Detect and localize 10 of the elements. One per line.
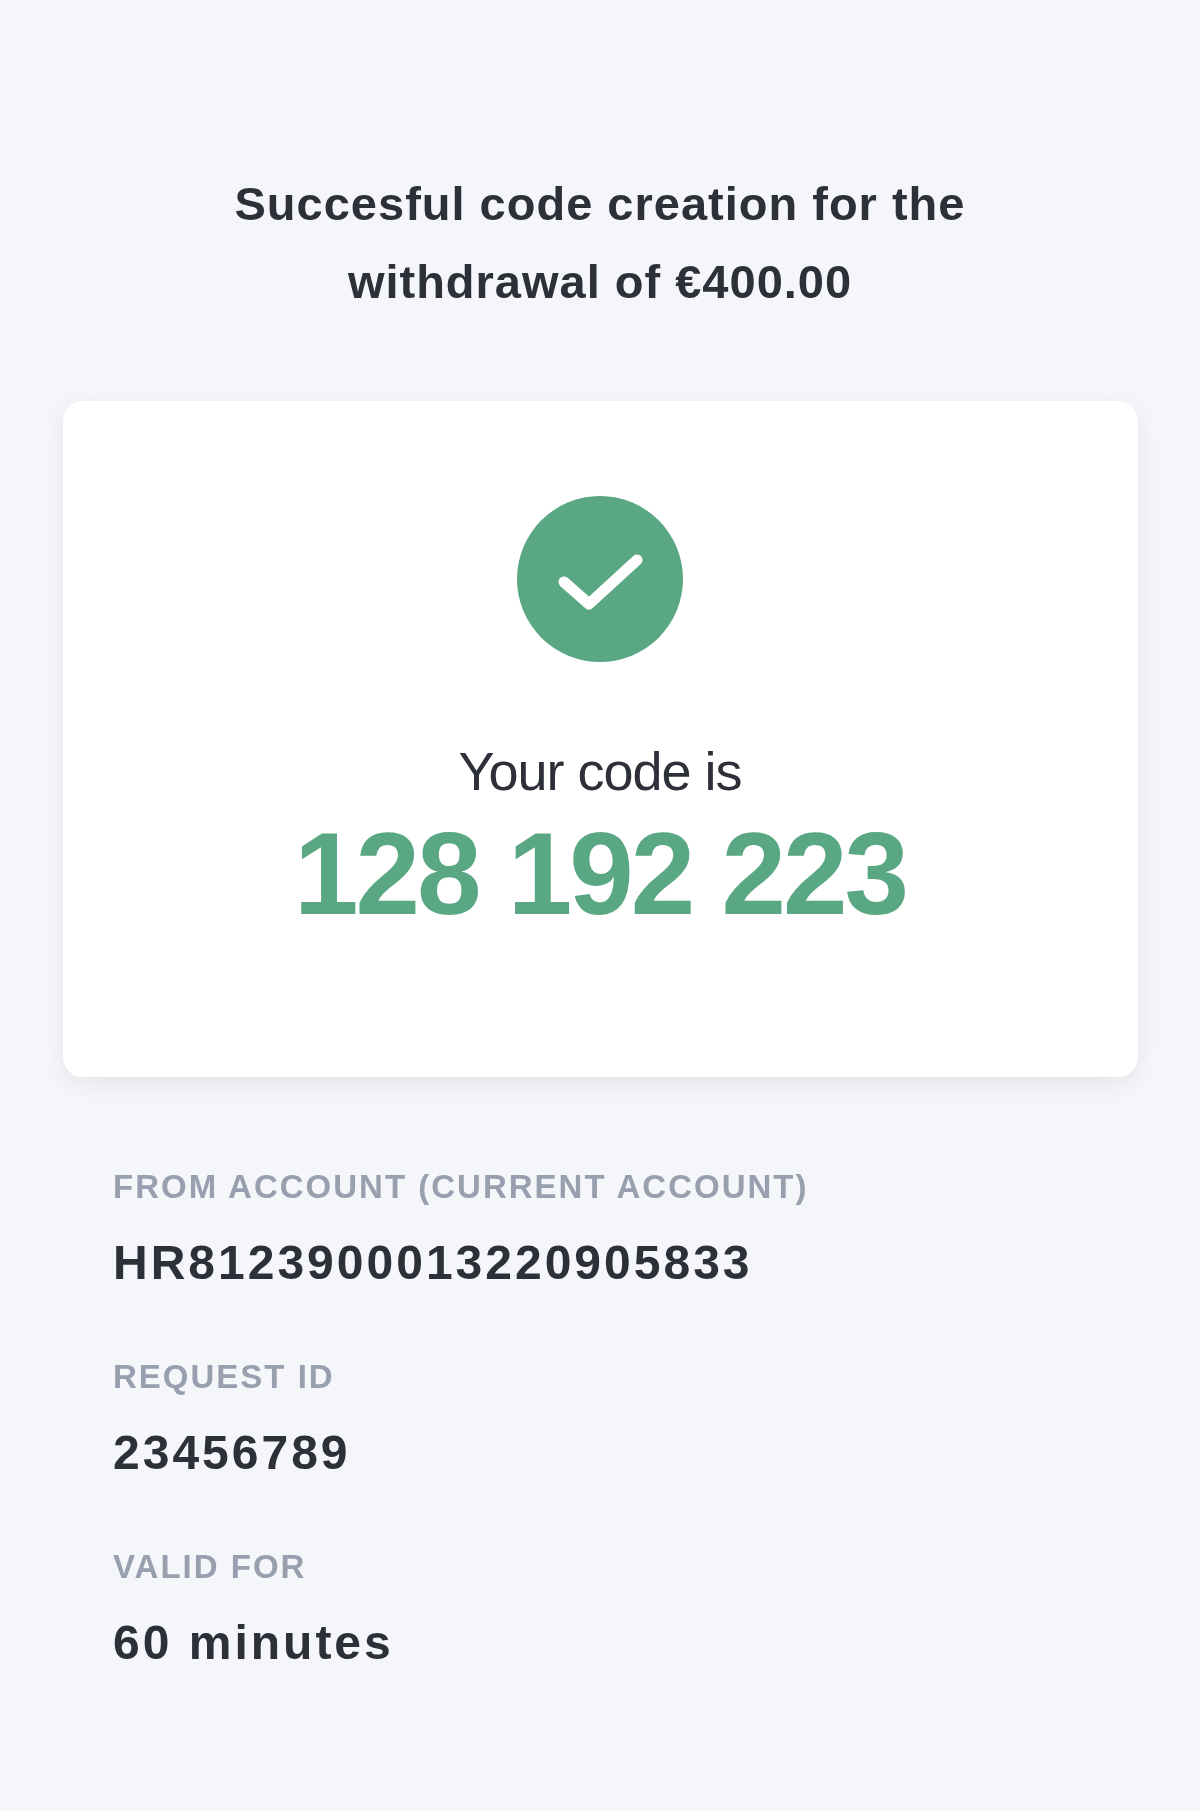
detail-value: HR8123900013220905833 (113, 1237, 754, 1289)
withdrawal-code: 128 192 223 (293, 814, 907, 934)
detail-label: FROM ACCOUNT (CURRENT ACCOUNT) (113, 1167, 810, 1207)
detail-value: 60 minutes (113, 1617, 395, 1669)
check-icon (517, 496, 683, 662)
detail-label: REQUEST ID (113, 1357, 336, 1397)
page-heading: Succesful code creation for the withdrawal of €400.00 (233, 176, 967, 310)
detail-value: 23456789 (113, 1427, 352, 1479)
detail-label: VALID FOR (113, 1547, 308, 1587)
code-caption: Your code is (458, 740, 742, 802)
